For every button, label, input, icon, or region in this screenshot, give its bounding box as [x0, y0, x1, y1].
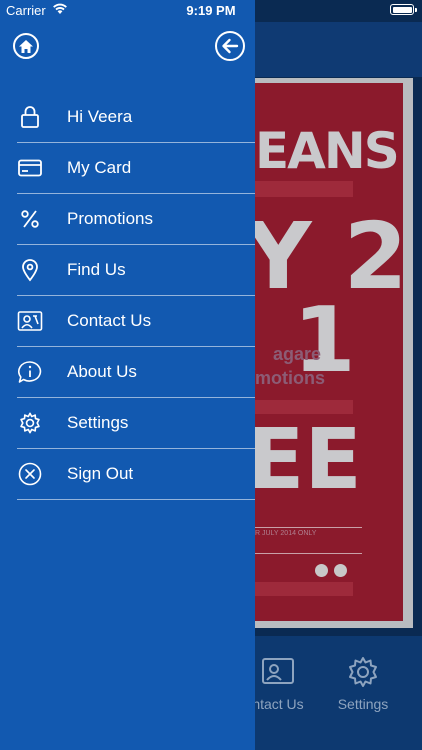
contact-card-icon	[17, 308, 43, 334]
menu-item-label: Promotions	[67, 209, 153, 228]
poster-headline: EANS	[255, 122, 400, 180]
menu-item-label: Hi Veera	[67, 107, 133, 126]
menu-item-label: My Card	[67, 158, 132, 177]
poster-blur-text-2: motions	[255, 368, 325, 388]
menu-item-label: Sign Out	[67, 464, 134, 483]
menu-item-label: About Us	[67, 362, 137, 381]
lock-icon	[17, 104, 43, 130]
poster-badge-icon	[315, 564, 328, 577]
menu-item-my-card[interactable]: My Card	[17, 143, 255, 194]
back-button[interactable]	[215, 31, 245, 61]
drawer-menu: Hi Veera My Card Promotions Find Us Cont…	[0, 92, 255, 500]
poster-badge-icon	[334, 564, 347, 577]
poster-divider-2	[255, 553, 362, 554]
arrow-left-circle-icon	[222, 38, 239, 54]
tab-contact-us-label: ntact Us	[255, 696, 304, 712]
menu-item-label: Contact Us	[67, 311, 152, 330]
battery-icon	[390, 4, 417, 15]
poster-small-text: R JULY 2014 ONLY	[255, 530, 317, 537]
gear-icon	[349, 657, 377, 687]
percent-icon	[17, 206, 43, 232]
card-icon	[17, 155, 43, 181]
home-button[interactable]	[13, 33, 39, 59]
menu-item-promotions[interactable]: Promotions	[17, 194, 255, 245]
poster-blur-text-1: agare	[273, 344, 322, 364]
promo-poster: EANS Y 2 1 agare motions EE R JULY 2014 …	[255, 78, 413, 628]
background-tab-bar: ntact Us Settings	[255, 636, 422, 750]
gear-icon	[17, 410, 43, 436]
poster-band-3	[255, 582, 353, 596]
status-bar: Carrier 9:19 PM	[0, 0, 422, 22]
tab-settings-label: Settings	[337, 696, 389, 712]
menu-item-label: Settings	[67, 413, 129, 432]
menu-item-contact-us[interactable]: Contact Us	[17, 296, 255, 347]
menu-item-about-us[interactable]: About Us	[17, 347, 255, 398]
menu-item-hi-veera[interactable]: Hi Veera	[17, 92, 255, 143]
status-time: 9:19 PM	[186, 3, 236, 18]
poster-band	[255, 181, 353, 197]
side-drawer: Hi Veera My Card Promotions Find Us Cont…	[0, 0, 255, 750]
tab-contact-us: ntact Us	[255, 646, 313, 720]
menu-item-sign-out[interactable]: Sign Out	[17, 449, 255, 500]
contact-card-icon	[262, 658, 294, 684]
poster-big-line-3: EE	[255, 410, 362, 508]
tab-settings: Settings	[328, 646, 398, 720]
background-app: EANS Y 2 1 agare motions EE R JULY 2014 …	[255, 0, 422, 750]
info-bubble-icon	[17, 359, 43, 385]
menu-item-settings[interactable]: Settings	[17, 398, 255, 449]
poster-divider	[255, 527, 362, 528]
background-navbar	[255, 22, 422, 77]
location-pin-icon	[17, 257, 43, 283]
home-icon	[19, 39, 33, 53]
menu-item-label: Find Us	[67, 260, 126, 279]
close-circle-icon	[17, 461, 43, 487]
menu-item-find-us[interactable]: Find Us	[17, 245, 255, 296]
